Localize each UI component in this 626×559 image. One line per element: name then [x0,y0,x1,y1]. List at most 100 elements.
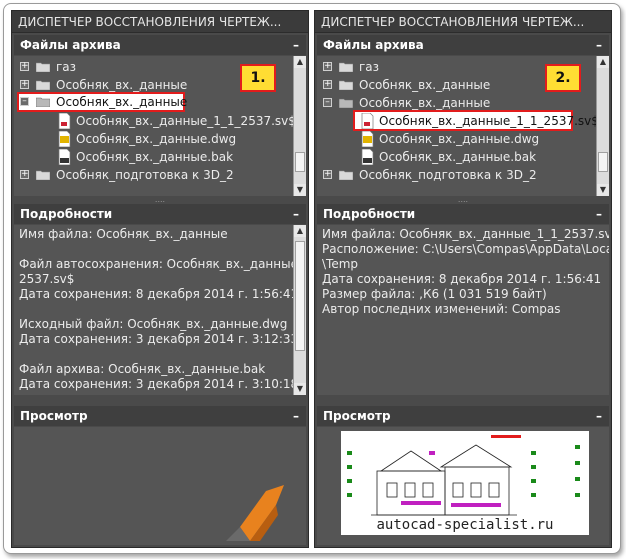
scroll-down-icon[interactable]: ▼ [294,383,306,395]
details-area: Имя файла: Особняк_вх._данные_1_1_2537.s… [317,225,609,395]
splitter-handle[interactable] [317,397,609,405]
details-line: Имя файла: Особняк_вх._данные [19,227,228,241]
archive-tree: + газ + Особняк_вх._данные – Особняк_вх.… [14,56,306,196]
details-line: Дата сохранения: 8 декабря 2014 г. 1:56:… [322,272,602,286]
details-header[interactable]: Подробности – [14,204,306,224]
file-icon [361,113,374,129]
details-line: Файл автосохранения: Особняк_вх._данные_… [19,257,306,271]
step-badge: 1. [240,64,276,92]
dwg-file-icon [361,131,374,147]
preview-header[interactable]: Просмотр – [317,406,609,426]
archive-files-label: Файлы архива [20,38,121,52]
expand-icon[interactable]: + [323,62,332,71]
splitter-handle[interactable] [14,397,306,405]
details-scrollbar[interactable]: ▲ ▼ [293,225,306,395]
scroll-up-icon[interactable]: ▲ [294,56,306,68]
tree-item-selected[interactable]: Особняк_вх._данные_1_1_2537.sv$ [317,112,599,130]
tree-item-label: Особняк_подготовка к 3D_2 [359,168,537,182]
drawing-thumbnail: autocad-specialist.ru [341,431,589,535]
tree-scrollbar[interactable]: ▲ ▼ [596,56,609,196]
details-label: Подробности [323,207,416,221]
scroll-up-icon[interactable]: ▲ [597,56,609,68]
folder-icon [339,170,353,180]
tree-item[interactable]: + Особняк_подготовка к 3D_2 [317,166,597,184]
tree-item-label: Особняк_вх._данные.bak [76,150,234,164]
expand-icon[interactable]: + [323,170,332,179]
preview-label: Просмотр [323,409,391,423]
recovery-manager-panel-right: ДИСПЕТЧЕР ВОССТАНОВЛЕНИЯ ЧЕРТЕЖ... Файлы… [314,10,612,548]
preview-area: autocad-specialist.ru [317,427,609,545]
archive-files-header[interactable]: Файлы архива – [14,35,306,55]
expand-icon[interactable]: + [20,170,29,179]
bak-file-icon [58,149,71,165]
tree-item-label: Особняк_вх._данные_1_1_2537.sv$ [379,114,599,128]
tree-item-label: газ [359,60,380,74]
preview-label: Просмотр [20,409,88,423]
expand-icon[interactable]: + [20,62,29,71]
tree-item[interactable]: Особняк_вх._данные.dwg [317,130,597,148]
scroll-up-icon[interactable]: ▲ [294,225,306,237]
folder-icon [36,80,50,90]
details-line: Размер файла: ,К6 (1 031 519 байт) [322,287,547,301]
collapse-icon[interactable]: – [323,98,332,107]
open-folder-icon [339,98,353,108]
tree-scrollbar[interactable]: ▲ ▼ [293,56,306,196]
scroll-thumb[interactable] [295,241,305,351]
tree-item[interactable]: + Особняк_подготовка к 3D_2 [14,166,294,184]
folder-icon [36,62,50,72]
collapse-icon[interactable]: – [20,97,29,106]
collapse-icon[interactable]: – [290,406,302,426]
tree-item-label: Особняк_вх._данные.dwg [76,132,237,146]
bak-file-icon [361,149,374,165]
tree-item[interactable]: Особняк_вх._данные.bak [317,148,597,166]
tree-item-label: газ [56,60,77,74]
tree-item-selected[interactable]: – Особняк_вх._данные [14,93,294,111]
collapse-icon[interactable]: – [593,406,605,426]
tree-item-label: Особняк_вх._данные_1_1_2537.sv$ [76,114,296,128]
archive-files-header[interactable]: Файлы архива – [317,35,609,55]
expand-icon[interactable]: + [323,80,332,89]
autocad-logo-icon [226,485,284,541]
preview-area [14,427,306,545]
scroll-down-icon[interactable]: ▼ [294,184,306,196]
details-area: Имя файла: Особняк_вх._данные Файл автос… [14,225,306,395]
tree-item[interactable]: Особняк_вх._данные_1_1_2537.sv$ [14,112,296,130]
panel-title: ДИСПЕТЧЕР ВОССТАНОВЛЕНИЯ ЧЕРТЕЖ... [315,11,611,33]
collapse-icon[interactable]: – [290,204,302,224]
details-line: Исходный файл: Особняк_вх._данные.dwg [19,317,288,331]
scroll-thumb[interactable] [598,152,608,172]
folder-icon [36,170,50,180]
watermark-text: autocad-specialist.ru [341,517,589,533]
tree-item-label: Особняк_вх._данные [359,78,491,92]
details-header[interactable]: Подробности – [317,204,609,224]
collapse-icon[interactable]: – [593,204,605,224]
details-line: 2537.sv$ [19,272,75,286]
tree-item[interactable]: Особняк_вх._данные.bak [14,148,294,166]
folder-icon [339,62,353,72]
details-line: \Temp [322,257,359,271]
file-icon [58,113,71,129]
collapse-icon[interactable]: – [290,35,302,55]
preview-header[interactable]: Просмотр – [14,406,306,426]
panel-title: ДИСПЕТЧЕР ВОССТАНОВЛЕНИЯ ЧЕРТЕЖ... [12,11,308,33]
details-line: Автор последних изменений: Compas [322,302,561,316]
details-label: Подробности [20,207,113,221]
recovery-manager-panel-left: ДИСПЕТЧЕР ВОССТАНОВЛЕНИЯ ЧЕРТЕЖ... Файлы… [11,10,309,548]
step-badge: 2. [545,64,581,92]
tree-item-label: Особняк_вх._данные.bak [379,150,537,164]
archive-tree: + газ + Особняк_вх._данные – Особняк_вх.… [317,56,609,196]
scroll-thumb[interactable] [295,152,305,172]
scroll-down-icon[interactable]: ▼ [597,184,609,196]
details-line: Дата сохранения: 8 декабря 2014 г. 1:56:… [19,287,299,301]
dwg-file-icon [58,131,71,147]
open-folder-icon [36,97,50,107]
tree-item-label: Особняк_подготовка к 3D_2 [56,168,234,182]
tree-item-label: Особняк_вх._данные.dwg [379,132,540,146]
tree-item[interactable]: Особняк_вх._данные.dwg [14,130,294,148]
collapse-icon[interactable]: – [593,35,605,55]
details-line: Имя файла: Особняк_вх._данные_1_1_2537.s… [322,227,609,241]
details-line: Дата сохранения: 3 декабря 2014 г. 3:10:… [19,377,299,391]
tree-item-label: Особняк_вх._данные [56,95,188,109]
details-line: Файл архива: Особняк_вх._данные.bak [19,362,266,376]
expand-icon[interactable]: + [20,80,29,89]
